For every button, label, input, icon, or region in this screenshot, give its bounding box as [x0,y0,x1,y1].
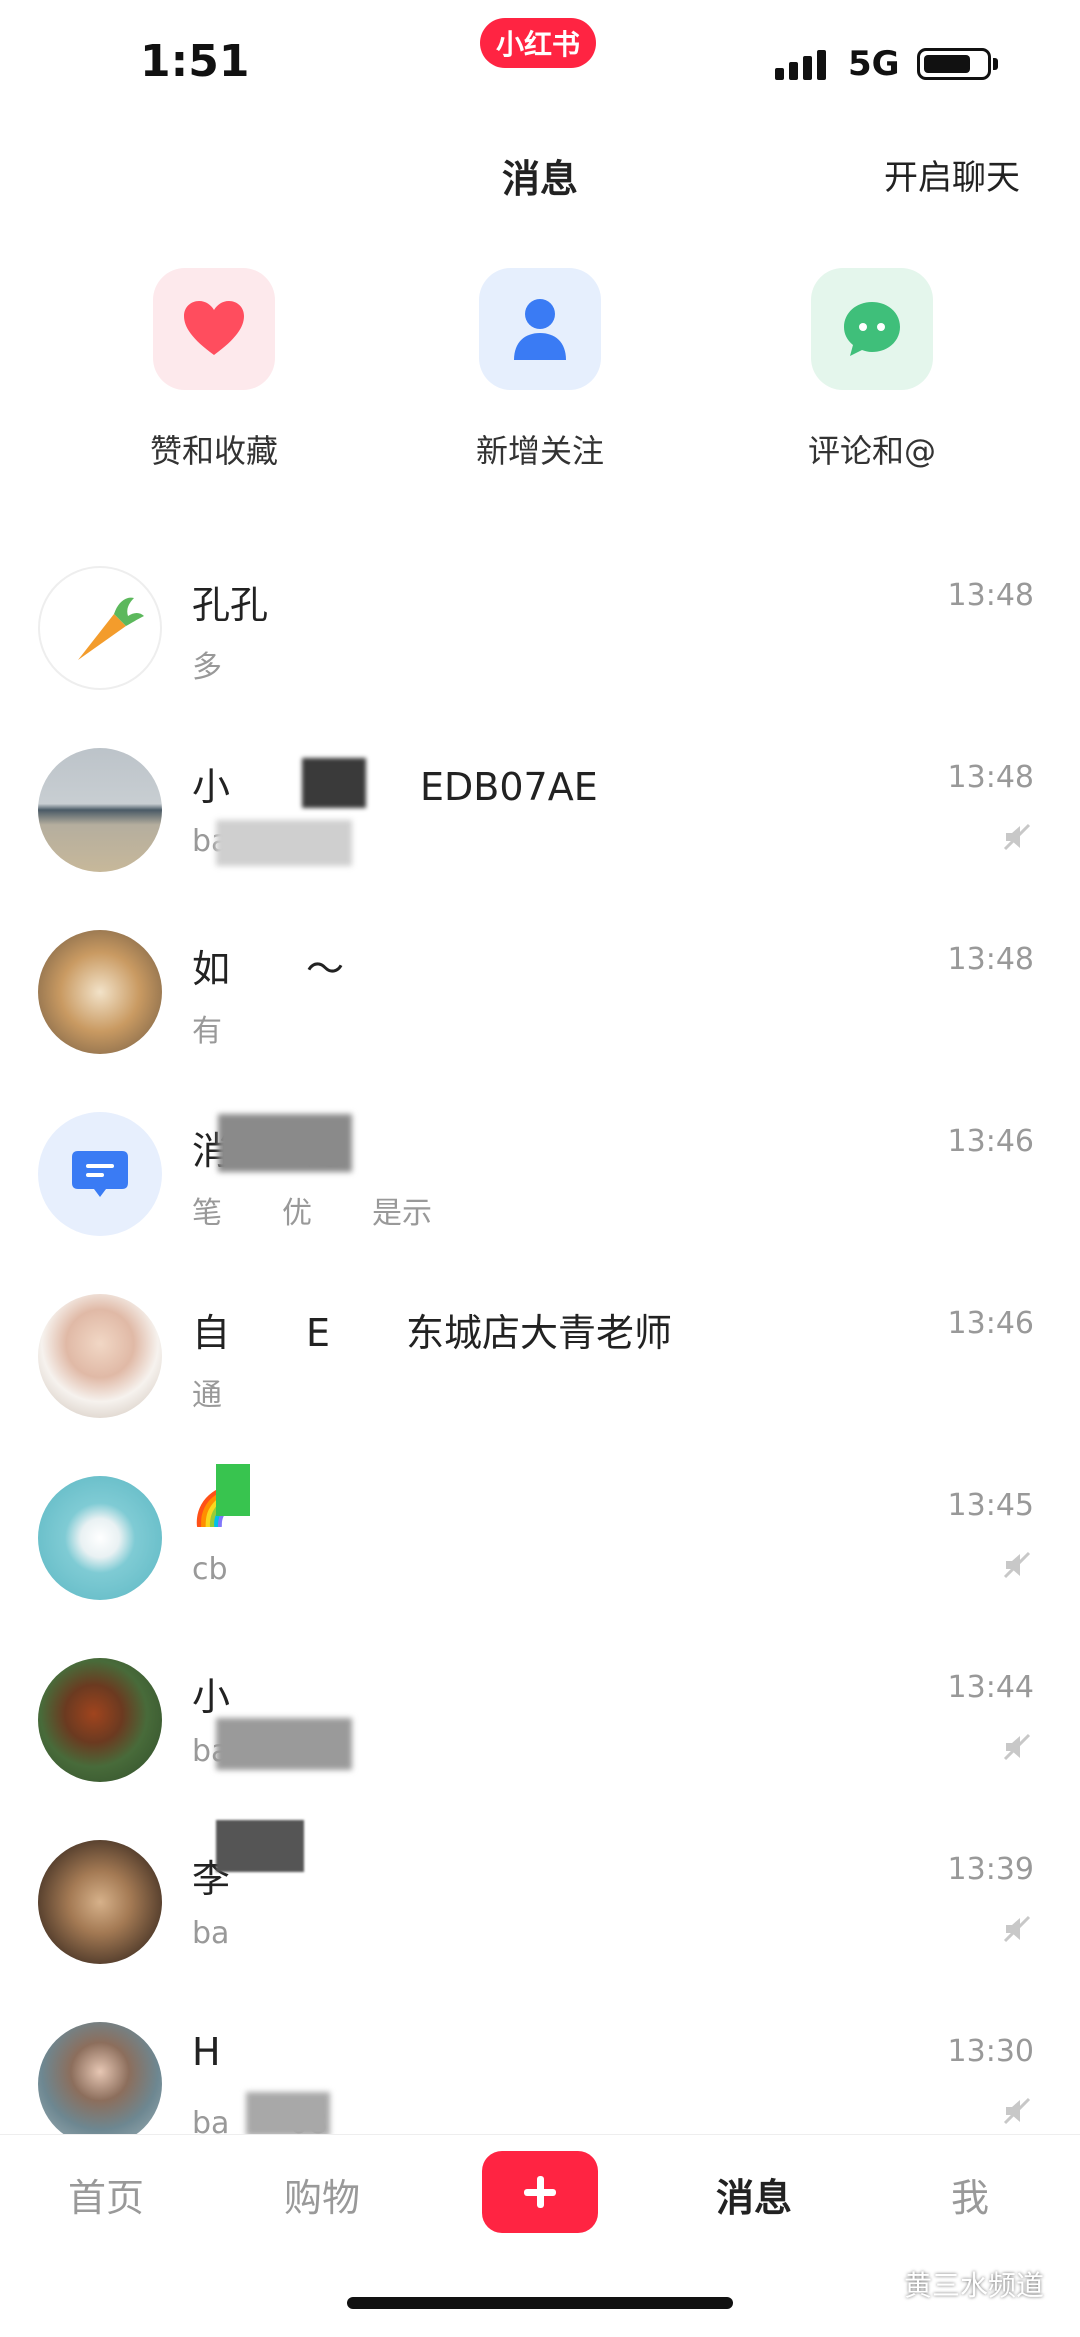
mute-icon [1003,2097,1031,2125]
mute-icon [1003,1733,1031,1761]
conversation-preview: cb [192,1552,228,1587]
comments-label: 评论和@ [807,432,936,470]
conversation-name: 小 [192,1675,231,1719]
comments-tile [811,268,933,390]
conversation-time: 13:48 [947,578,1034,613]
new-followers-button[interactable]: 新增关注 [410,268,670,472]
heart-icon [184,301,244,355]
signal-icon [775,46,826,80]
start-chat-button[interactable]: 开启聊天 [884,150,1020,199]
conversation-time: 13:46 [947,1306,1034,1341]
avatar [38,1112,162,1236]
notification-icon [72,1151,128,1197]
likes-collects-button[interactable]: 赞和收藏 [84,268,344,472]
conversation-time: 13:48 [947,942,1034,977]
avatar [38,1476,162,1600]
conversation-name: 小 書 EDB07AE [192,765,598,809]
conversation-time: 13:45 [947,1488,1034,1523]
avatar [38,748,162,872]
redaction-blur [216,1464,250,1516]
conversation-preview: 多 [192,650,222,685]
publish-button[interactable] [482,2151,598,2233]
battery-icon [917,48,991,80]
user-icon [514,299,566,360]
likes-label: 赞和收藏 [149,432,278,470]
mute-icon [1003,1915,1031,1943]
likes-tile [153,268,275,390]
home-indicator [347,2297,733,2309]
avatar [38,930,162,1054]
avatar [38,1294,162,1418]
app-badge: 小红书 [480,18,596,68]
conversation-time: 13:30 [947,2034,1034,2069]
avatar [38,2022,162,2146]
conversation-preview: 有 [192,1014,222,1049]
tab-messages[interactable]: 消息 [674,2167,834,2222]
redaction-blur [218,1114,352,1172]
watermark: 黄三水频道 [903,2269,1044,2302]
tab-home[interactable]: 首页 [26,2167,186,2222]
conversation-row[interactable]: 如 ～ 有 13:48 [0,910,1080,1092]
conversation-preview: 通 [192,1378,222,1413]
avatar [38,566,162,690]
conversation-time: 13:48 [947,760,1034,795]
conversation-row[interactable]: 孔孔 多 13:48 [0,546,1080,728]
chat-icon [844,302,900,356]
conversation-row[interactable]: 小 書 EDB07AE ba 13:48 [0,728,1080,910]
network-label: 5G [848,44,900,84]
conversation-name: 自 E 东城店大青老师 [192,1311,673,1355]
status-time: 1:51 [140,36,250,87]
mute-icon [1003,823,1031,851]
conversation-name: 孔孔 [192,583,269,627]
conversation-row[interactable]: 李 ba 13:39 [0,1820,1080,2002]
conversation-row[interactable]: 自 E 东城店大青老师 通 13:46 [0,1274,1080,1456]
redaction-blur [216,820,352,866]
redaction-blur [302,758,366,808]
conversation-row[interactable]: 小 ba 13:44 [0,1638,1080,1820]
tab-me[interactable]: 我 [890,2167,1050,2222]
conversation-row[interactable]: 🌈 cb 13:45 [0,1456,1080,1638]
conversation-name: H [192,2030,221,2074]
followers-label: 新增关注 [475,432,604,470]
redaction-blur [216,1718,352,1770]
redaction-blur [216,1820,304,1872]
avatar [38,1658,162,1782]
redaction-blur [246,2092,330,2136]
conversation-time: 13:39 [947,1852,1034,1887]
conversation-preview: 笔 优 是示 [192,1196,432,1231]
battery-tip [993,58,998,70]
conversation-time: 13:46 [947,1124,1034,1159]
carrot-icon [78,597,144,660]
conversation-preview: ba [192,1916,230,1951]
avatar [38,1840,162,1964]
tab-shop[interactable]: 购物 [242,2167,402,2222]
conversation-row[interactable]: 消 通 笔 优 是示 13:46 [0,1092,1080,1274]
followers-tile [479,268,601,390]
conversation-name: 如 ～ [192,947,345,991]
conversation-time: 13:44 [947,1670,1034,1705]
mute-icon [1003,1551,1031,1579]
comments-mentions-button[interactable]: 评论和@ [742,268,1002,472]
